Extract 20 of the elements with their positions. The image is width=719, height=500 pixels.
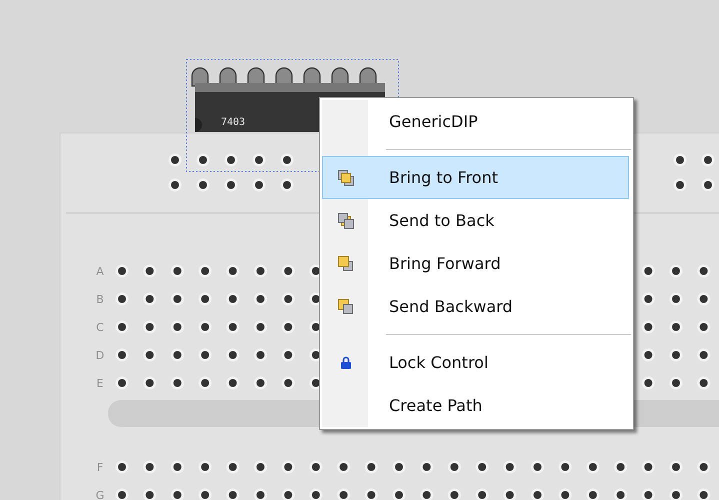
menu-item[interactable]: Bring to Front xyxy=(322,156,629,199)
menu-item[interactable]: Send Backward xyxy=(322,285,629,328)
row-label: B xyxy=(96,293,104,306)
send-to-back-icon xyxy=(338,212,354,228)
row-label: F xyxy=(96,461,104,474)
row-label: D xyxy=(96,349,104,362)
row-label: C xyxy=(96,321,104,334)
menu-item[interactable]: GenericDIP xyxy=(322,100,629,143)
menu-item[interactable]: Send to Back xyxy=(322,199,629,242)
bring-forward-icon xyxy=(338,256,354,272)
row-label: G xyxy=(96,489,104,500)
menu-item[interactable]: Lock Control xyxy=(322,341,629,384)
lock-icon xyxy=(341,356,351,369)
menu-item[interactable]: Create Path xyxy=(322,384,629,427)
menu-item[interactable]: Bring Forward xyxy=(322,242,629,285)
row-label: A xyxy=(96,265,104,278)
send-backward-icon xyxy=(338,298,354,314)
chip-label: 7403 xyxy=(221,117,246,128)
bring-to-front-icon xyxy=(338,170,354,186)
row-label: E xyxy=(96,377,104,390)
